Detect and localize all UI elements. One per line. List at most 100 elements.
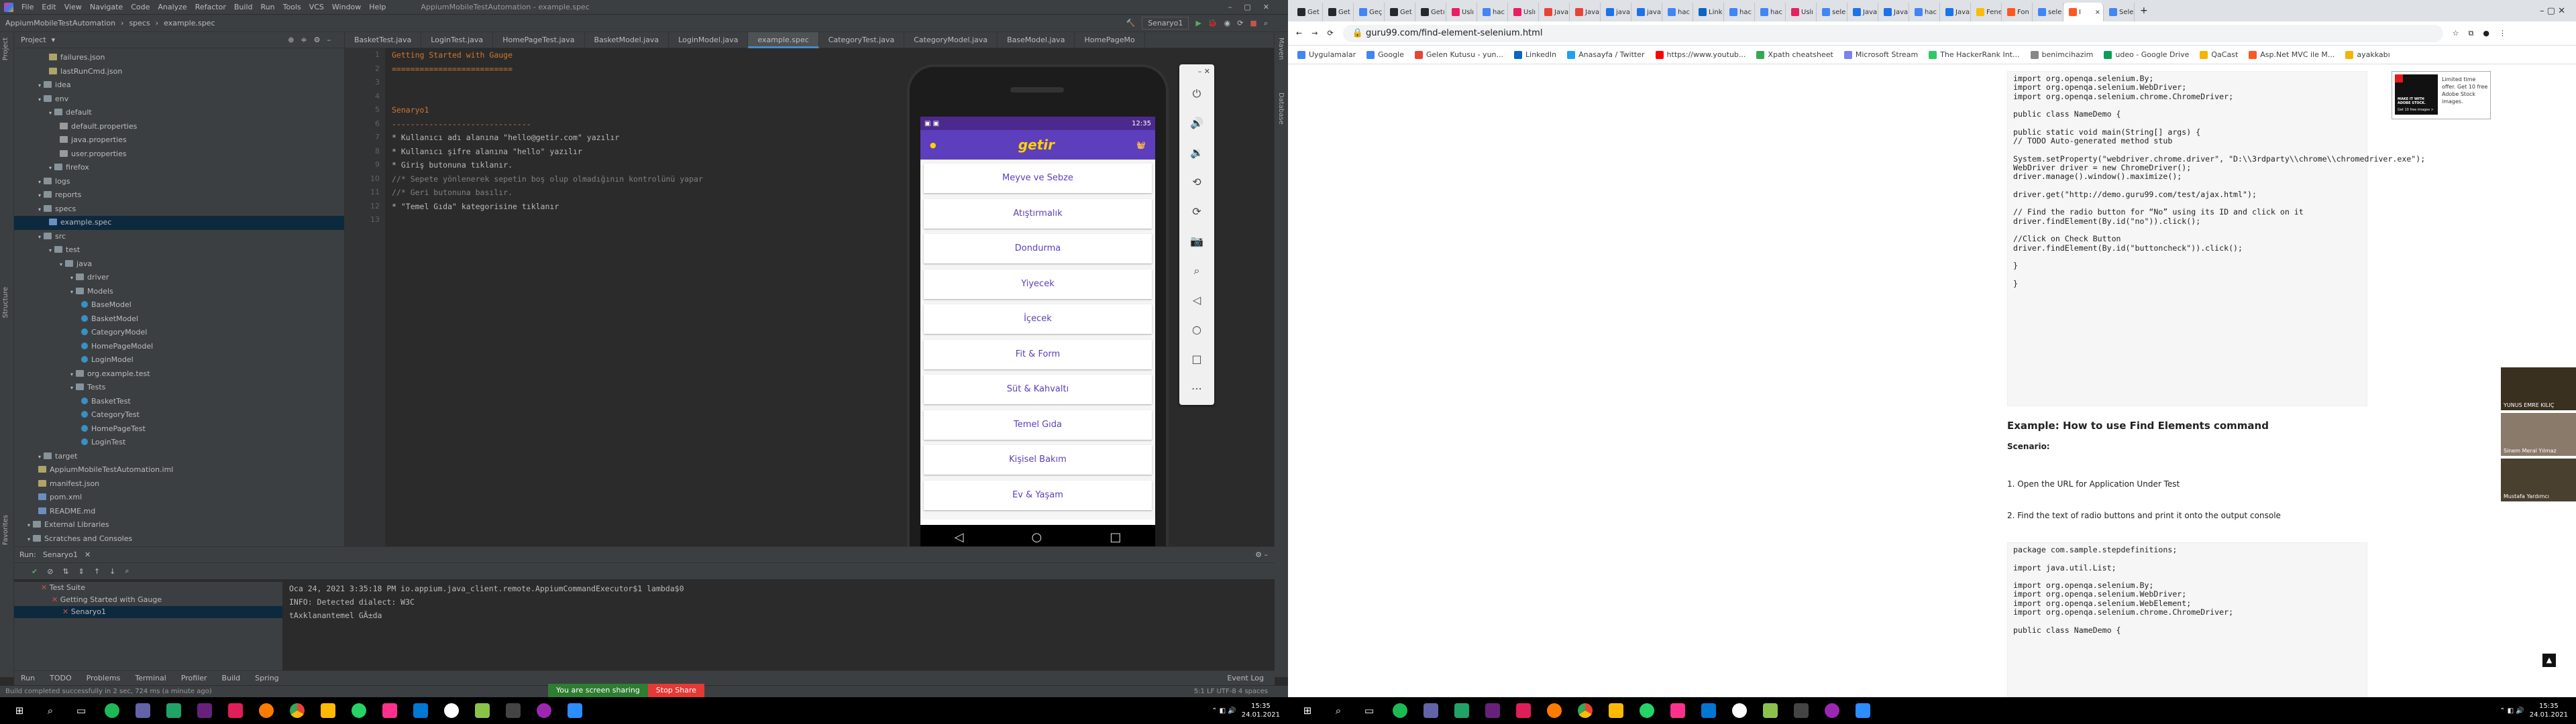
- app-icon[interactable]: [1817, 697, 1847, 724]
- app-icon[interactable]: [1508, 697, 1539, 724]
- menu-code[interactable]: Code: [131, 3, 150, 11]
- app-icon[interactable]: [1446, 697, 1477, 724]
- tool-window-favorites[interactable]: Favorites: [2, 515, 9, 545]
- forward-icon[interactable]: →: [1311, 29, 1318, 38]
- overview-icon[interactable]: □: [1179, 345, 1214, 374]
- tree-item[interactable]: ▾ test: [14, 243, 344, 257]
- bookmark-item[interactable]: Google: [1366, 50, 1404, 59]
- tree-item[interactable]: ▾ External Libraries: [14, 518, 344, 532]
- category-button[interactable]: Fit & Form: [924, 339, 1152, 369]
- tree-item[interactable]: ▾ driver: [14, 271, 344, 285]
- tree-item[interactable]: ▾ default: [14, 106, 344, 120]
- tool-window-database[interactable]: Database: [1277, 93, 1285, 125]
- browser-tab[interactable]: Get×: [1292, 3, 1323, 21]
- tray-icons[interactable]: ⌃ ◧ 🔊: [2500, 707, 2524, 715]
- zoom-icon[interactable]: [1847, 697, 1878, 724]
- stop-icon[interactable]: ■: [1250, 19, 1256, 27]
- app-icon[interactable]: [313, 697, 343, 724]
- breadcrumb-specs[interactable]: specs: [129, 19, 150, 27]
- profile-icon[interactable]: ⟳: [1237, 19, 1243, 27]
- menu-refactor[interactable]: Refactor: [195, 3, 226, 11]
- chevron-down-icon[interactable]: ▾: [38, 192, 41, 198]
- code-editor[interactable]: Getting Started with Gauge ==============…: [392, 48, 908, 546]
- tree-item[interactable]: failures.json: [14, 51, 344, 65]
- bookmark-item[interactable]: Microsoft Stream: [1843, 50, 1918, 59]
- app-icon[interactable]: [251, 697, 282, 724]
- browser-tab[interactable]: I ×: [2063, 3, 2104, 21]
- editor-tab[interactable]: HomePageMo: [1075, 32, 1145, 48]
- editor-tab[interactable]: LoginTest.java: [421, 32, 494, 48]
- zoom-icon[interactable]: ⌕: [1179, 256, 1214, 286]
- tree-item[interactable]: BasketModel: [14, 312, 344, 326]
- category-button[interactable]: Yiyecek: [924, 269, 1152, 299]
- menu-icon[interactable]: ⋮: [2499, 29, 2516, 38]
- tree-item[interactable]: BaseModel: [14, 298, 344, 312]
- volume-up-icon[interactable]: 🔊: [1179, 109, 1214, 138]
- search-icon[interactable]: ⌕: [35, 697, 66, 724]
- whatsapp-icon[interactable]: [343, 697, 374, 724]
- browser-tab[interactable]: Get×: [1323, 3, 1354, 21]
- browser-tab[interactable]: Sele×: [2104, 3, 2135, 21]
- bookmark-item[interactable]: The HackerRank Int...: [1929, 50, 2020, 59]
- cancel-icon[interactable]: ⊘: [47, 567, 53, 576]
- editor-tab[interactable]: CategoryTest.java: [819, 32, 905, 48]
- browser-tab[interactable]: Getı×: [1415, 3, 1446, 21]
- app-icon[interactable]: [1415, 697, 1446, 724]
- app-icon[interactable]: [1786, 697, 1817, 724]
- more-icon[interactable]: ⋯: [1179, 374, 1214, 404]
- tree-item[interactable]: ▾ java: [14, 257, 344, 272]
- profile-icon[interactable]: ●: [930, 141, 936, 149]
- chevron-down-icon[interactable]: ▾: [60, 261, 62, 267]
- breadcrumb-project[interactable]: AppiumMobileTestAutomation: [5, 19, 115, 27]
- tree-item[interactable]: README.md: [14, 505, 344, 519]
- browser-tab[interactable]: Uslı×: [1786, 3, 1817, 21]
- category-button[interactable]: İçecek: [924, 304, 1152, 334]
- run-tree-item[interactable]: ✕ Getting Started with Gauge: [14, 594, 282, 606]
- bottom-tab-run[interactable]: Run: [21, 674, 35, 682]
- app-icon[interactable]: [498, 697, 529, 724]
- browser-tab[interactable]: Fenerb×: [1971, 3, 2002, 21]
- chrome-icon[interactable]: [282, 697, 313, 724]
- extension-icon[interactable]: ⧉: [2469, 29, 2474, 38]
- run-console[interactable]: Oca 24, 2021 3:35:18 PM io.appium.java_c…: [289, 582, 1269, 678]
- whatsapp-icon[interactable]: [1631, 697, 1662, 724]
- tree-item[interactable]: lastRunCmd.json: [14, 65, 344, 79]
- browser-tab[interactable]: java×: [1601, 3, 1631, 21]
- bottom-tab-profiler[interactable]: Profiler: [181, 674, 207, 682]
- menu-help[interactable]: Help: [369, 3, 386, 11]
- browser-tab[interactable]: hac×: [1909, 3, 1940, 21]
- bottom-tab-build[interactable]: Build: [222, 674, 241, 682]
- windows-start-icon[interactable]: ⊞: [1292, 697, 1323, 724]
- basket-icon[interactable]: 🧺: [1136, 141, 1146, 149]
- tree-item[interactable]: default.properties: [14, 120, 344, 134]
- up-icon[interactable]: ↑: [94, 567, 100, 576]
- tree-item[interactable]: ▾ Models: [14, 285, 344, 299]
- browser-tab[interactable]: java×: [1631, 3, 1662, 21]
- chevron-down-icon[interactable]: ▾: [38, 82, 41, 88]
- browser-tab[interactable]: Java×: [1847, 3, 1878, 21]
- gear-icon[interactable]: ⚙ –: [1255, 550, 1275, 559]
- chevron-down-icon[interactable]: ▾: [49, 110, 52, 116]
- close-icon[interactable]: ×: [2095, 9, 2103, 16]
- chevron-down-icon[interactable]: ▾: [38, 206, 41, 213]
- tree-item[interactable]: java.properties: [14, 133, 344, 147]
- menu-window[interactable]: Window: [332, 3, 361, 11]
- windows-start-icon[interactable]: ⊞: [4, 697, 35, 724]
- tree-item[interactable]: ▾ Scratches and Consoles: [14, 532, 344, 546]
- new-tab-icon[interactable]: +: [2135, 5, 2148, 16]
- browser-tab[interactable]: sele×: [2033, 3, 2063, 21]
- adobe-ad[interactable]: MAKE IT WITH ADOBE STOCK. Get 10 free im…: [2392, 71, 2491, 119]
- chevron-down-icon[interactable]: ▾: [38, 234, 41, 240]
- browser-tab[interactable]: Java×: [1539, 3, 1570, 21]
- tree-item[interactable]: manifest.json: [14, 477, 344, 491]
- camera-icon[interactable]: 📷: [1179, 227, 1214, 256]
- app-icon[interactable]: [1724, 697, 1755, 724]
- chevron-down-icon[interactable]: ▾: [38, 97, 41, 103]
- expand-icon[interactable]: ⇕: [78, 567, 85, 576]
- run-icon[interactable]: ▶: [1195, 19, 1201, 27]
- browser-tab[interactable]: Uslı×: [1446, 3, 1477, 21]
- editor-tab[interactable]: example.spec: [748, 32, 819, 48]
- app-icon[interactable]: [1693, 697, 1724, 724]
- tree-item[interactable]: CategoryTest: [14, 408, 344, 422]
- home-button-icon[interactable]: ○: [1179, 315, 1214, 345]
